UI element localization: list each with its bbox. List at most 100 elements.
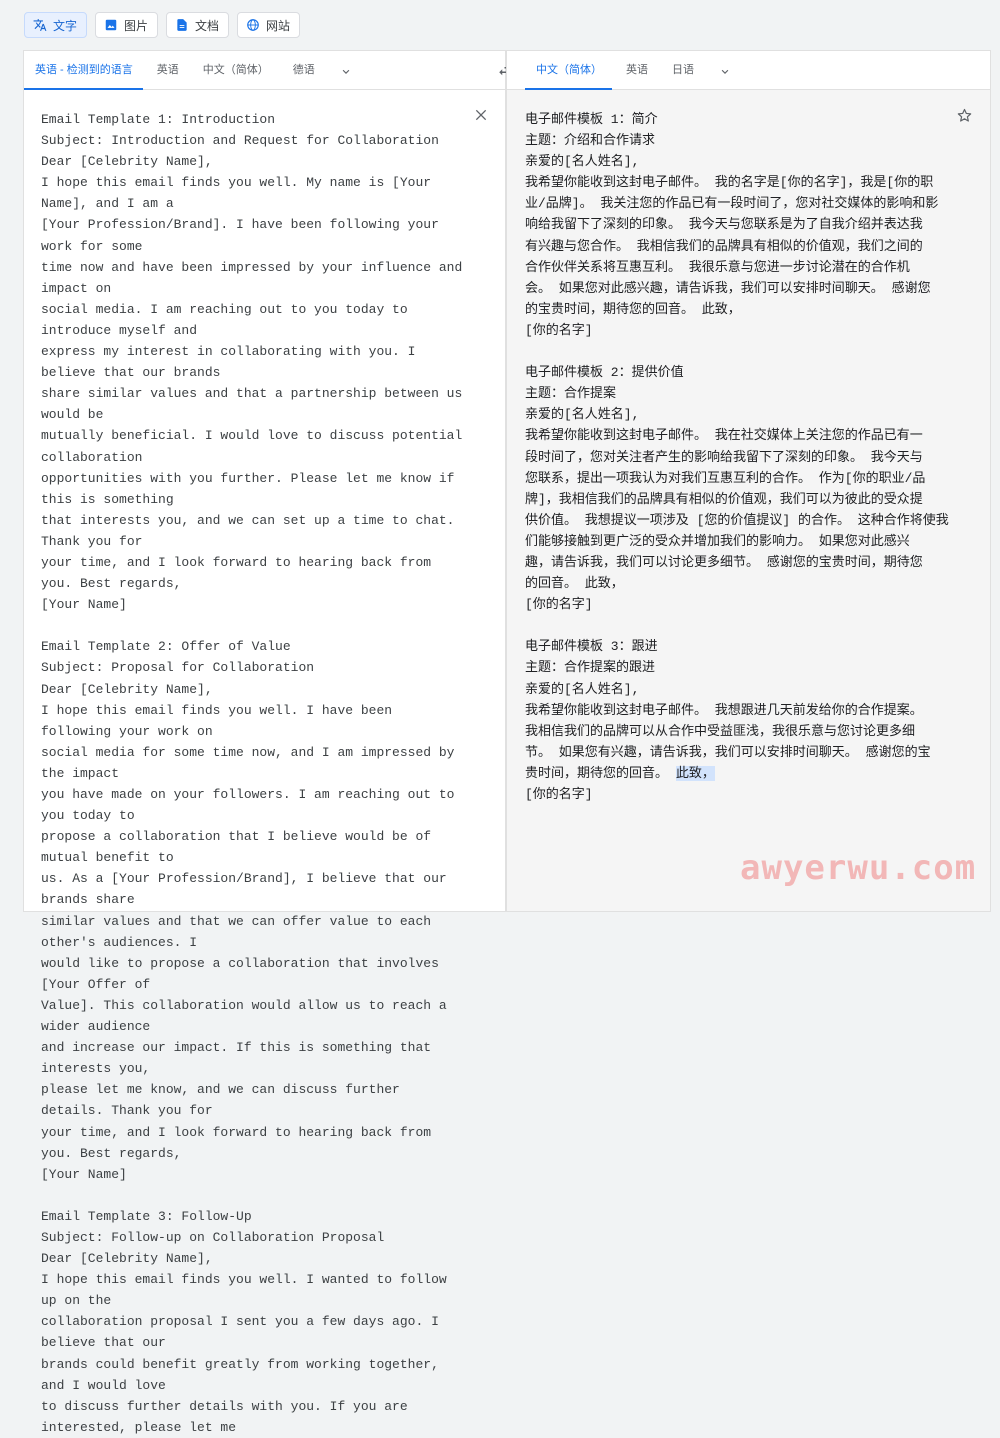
translation-line: [你的名字]	[525, 787, 593, 802]
source-text-line: Dear [Celebrity Name],	[41, 1251, 213, 1267]
source-text-line: Value]. This collaboration would allow u…	[41, 997, 455, 1035]
source-text-line: opportunities with you further. Please l…	[41, 470, 463, 507]
translation-line: 段时间了，您对关注者产生的影响给我留下了深刻的印象。 我今天与	[525, 449, 923, 465]
translation-line: 您联系，提出一项我认为对我们互惠互利的合作。 作为[你的职业/品	[525, 470, 926, 486]
translation-line: 主题：介绍和合作请求	[525, 133, 656, 149]
mode-website-label: 网站	[266, 18, 291, 33]
source-text-line: similar values and that we can offer val…	[41, 913, 439, 950]
translation-line: 亲爱的[名人姓名],	[525, 407, 640, 423]
source-text-line: and increase our impact. If this is some…	[41, 1040, 439, 1077]
translate-icon	[33, 19, 47, 31]
source-text-line: time now and have been impressed by your…	[41, 259, 471, 296]
source-text-line: to discuss further details with you. If …	[41, 1398, 416, 1435]
source-text-line	[41, 1185, 465, 1206]
translation-line: 贵时间，期待您的回音。 此致，	[525, 765, 715, 781]
target-tab-chinese[interactable]: 中文（简体）	[525, 61, 612, 90]
save-translation-button[interactable]	[956, 107, 974, 125]
translation-line: 主题：合作提案的跟进	[525, 660, 656, 676]
source-more-languages-button[interactable]	[339, 65, 353, 89]
source-text-line: brands could benefit greatly from workin…	[41, 1356, 447, 1393]
source-text-line: Dear [Celebrity Name],	[41, 681, 213, 697]
source-text-line: I hope this email finds you well. My nam…	[41, 175, 439, 212]
translation-line: 的回音。 此致，	[525, 576, 624, 592]
source-text-line: Dear [Celebrity Name],	[41, 154, 213, 170]
source-text-line: social media. I am reaching out to you t…	[41, 301, 416, 338]
source-text-line: Subject: Introduction and Request for Co…	[41, 133, 439, 149]
source-text-line: express my interest in collaborating wit…	[41, 344, 424, 381]
translation-line: 会。 如果您对此感兴趣，请告诉我，我们可以安排时间聊天。 感谢您	[525, 280, 931, 296]
translation-line: 供价值。 我想提议一项涉及 [您的价值提议] 的合作。 这种合作将使我	[525, 512, 949, 528]
source-text-line: Subject: Follow-up on Collaboration Prop…	[41, 1229, 385, 1245]
translation-line: 牌]，我相信我们的品牌具有相似的价值观，我们可以为彼此的受众提	[525, 491, 923, 507]
translation-line: 我希望你能收到这封电子邮件。 我在社交媒体上关注您的作品已有一	[525, 428, 923, 444]
mode-switcher: 文字 图片 文档 网站	[24, 12, 301, 38]
translation-line: [你的名字]	[525, 597, 593, 613]
target-language-bar: 中文（简体） 英语 日语	[507, 51, 990, 90]
target-tab-japanese[interactable]: 日语	[672, 61, 694, 89]
chevron-down-icon	[721, 69, 729, 74]
source-text-input[interactable]: Email Template 1: Introduction Subject: I…	[41, 109, 465, 1438]
watermark: awyerwu.com	[740, 848, 977, 888]
mode-image-button[interactable]: 图片	[95, 12, 159, 38]
source-text-line: propose a collaboration that I believe w…	[41, 829, 439, 866]
source-text-line: mutually beneficial. I would love to dis…	[41, 428, 471, 465]
translation-line: 的宝贵时间，期待您的回音。 此致，	[525, 301, 741, 317]
translation-line: 响给我留下了深刻的印象。 我今天与您联系是为了自我介绍并表达我	[525, 217, 923, 233]
source-text-line: collaboration proposal I sent you a few …	[41, 1314, 447, 1351]
source-tab-german[interactable]: 德语	[293, 61, 315, 89]
translation-line: 趣，请告诉我，我们可以讨论更多细节。 感谢您的宝贵时间，期待您	[525, 554, 923, 570]
chevron-down-icon	[342, 69, 350, 74]
translation-line: [你的名字]	[525, 322, 593, 338]
translation-line: 我希望你能收到这封电子邮件。 我的名字是[你的名字]，我是[你的职	[525, 175, 934, 191]
mode-document-label: 文档	[195, 18, 220, 33]
translation-line: 电子邮件模板 3：跟进	[525, 639, 658, 655]
mode-image-label: 图片	[124, 18, 149, 33]
source-text-line: that interests you, and we can set up a …	[41, 512, 463, 549]
translation-line: 合作伙伴关系将互惠互利。 我很乐意与您进一步讨论潜在的合作机	[525, 259, 910, 275]
translation-line: 业/品牌]。 我关注您的作品已有一段时间了，您对社交媒体的影响和影	[525, 196, 939, 212]
source-text-line: Subject: Proposal for Collaboration	[41, 660, 315, 676]
translation-line	[525, 341, 954, 362]
image-icon	[105, 19, 117, 31]
mode-document-button[interactable]: 文档	[166, 12, 230, 38]
source-tab-english[interactable]: 英语	[157, 61, 179, 89]
mode-text-button[interactable]: 文字	[24, 12, 88, 38]
source-text-line: [Your Profession/Brand]. I have been fol…	[41, 217, 447, 254]
target-more-languages-button[interactable]	[718, 65, 732, 89]
translation-line: 电子邮件模板 2：提供价值	[525, 365, 684, 381]
document-icon	[177, 19, 187, 31]
close-icon	[475, 109, 487, 121]
source-tab-chinese[interactable]: 中文（简体）	[203, 61, 269, 89]
translation-line: 电子邮件模板 1：简介	[525, 112, 658, 127]
target-tab-english[interactable]: 英语	[626, 61, 648, 89]
target-panel: 中文（简体） 英语 日语 电子邮件模板 1：简介 主题：介绍和合作请求 亲爱的[名人…	[507, 51, 990, 911]
translation-line: 亲爱的[名人姓名],	[525, 681, 640, 697]
translation-line: 亲爱的[名人姓名],	[525, 154, 640, 170]
source-tab-detected[interactable]: 英语 - 检测到的语言	[24, 61, 143, 90]
translation-line: 节。 如果您有兴趣，请告诉我，我们可以安排时间聊天。 感谢您的宝	[525, 744, 931, 760]
source-text-line: Email Template 1: Introduction	[41, 112, 276, 127]
translation-line: 我希望你能收到这封电子邮件。 我想跟进几天前发给你的合作提案。	[525, 702, 923, 718]
source-panel: 英语 - 检测到的语言 英语 中文（简体） 德语 Email Template …	[24, 51, 505, 1435]
source-text-line: [Your Name]	[41, 597, 127, 613]
translation-line: 我相信我们的品牌可以从合作中受益匪浅，我很乐意与您讨论更多细	[525, 723, 916, 739]
globe-icon	[247, 19, 259, 31]
star-outline-icon	[957, 108, 972, 122]
source-text-line: I hope this email finds you well. I have…	[41, 702, 400, 739]
mode-website-button[interactable]: 网站	[237, 12, 301, 38]
source-text-line: your time, and I look forward to hearing…	[41, 554, 439, 592]
clear-source-button[interactable]	[473, 107, 491, 125]
translation-line	[525, 615, 954, 636]
source-text-line: share similar values and that a partners…	[41, 386, 471, 423]
source-text-line: your time, and I look forward to hearing…	[41, 1124, 439, 1161]
source-language-bar: 英语 - 检测到的语言 英语 中文（简体） 德语	[24, 51, 505, 90]
mode-text-label: 文字	[53, 18, 78, 33]
source-text-line	[41, 615, 465, 636]
source-text-line: you have made on your followers. I am re…	[41, 787, 463, 824]
selected-text-highlight: 此致，	[675, 765, 715, 781]
source-text-line: social media for some time now, and I am…	[41, 744, 463, 781]
source-text-line: would like to propose a collaboration th…	[41, 955, 447, 992]
translation-line: 主题：合作提案	[525, 386, 617, 402]
translation-output: 电子邮件模板 1：简介 主题：介绍和合作请求 亲爱的[名人姓名], 我希望你能收到这封…	[525, 109, 954, 805]
translation-line: 有兴趣与您合作。 我相信我们的品牌具有相似的价值观，我们之间的	[525, 238, 923, 254]
